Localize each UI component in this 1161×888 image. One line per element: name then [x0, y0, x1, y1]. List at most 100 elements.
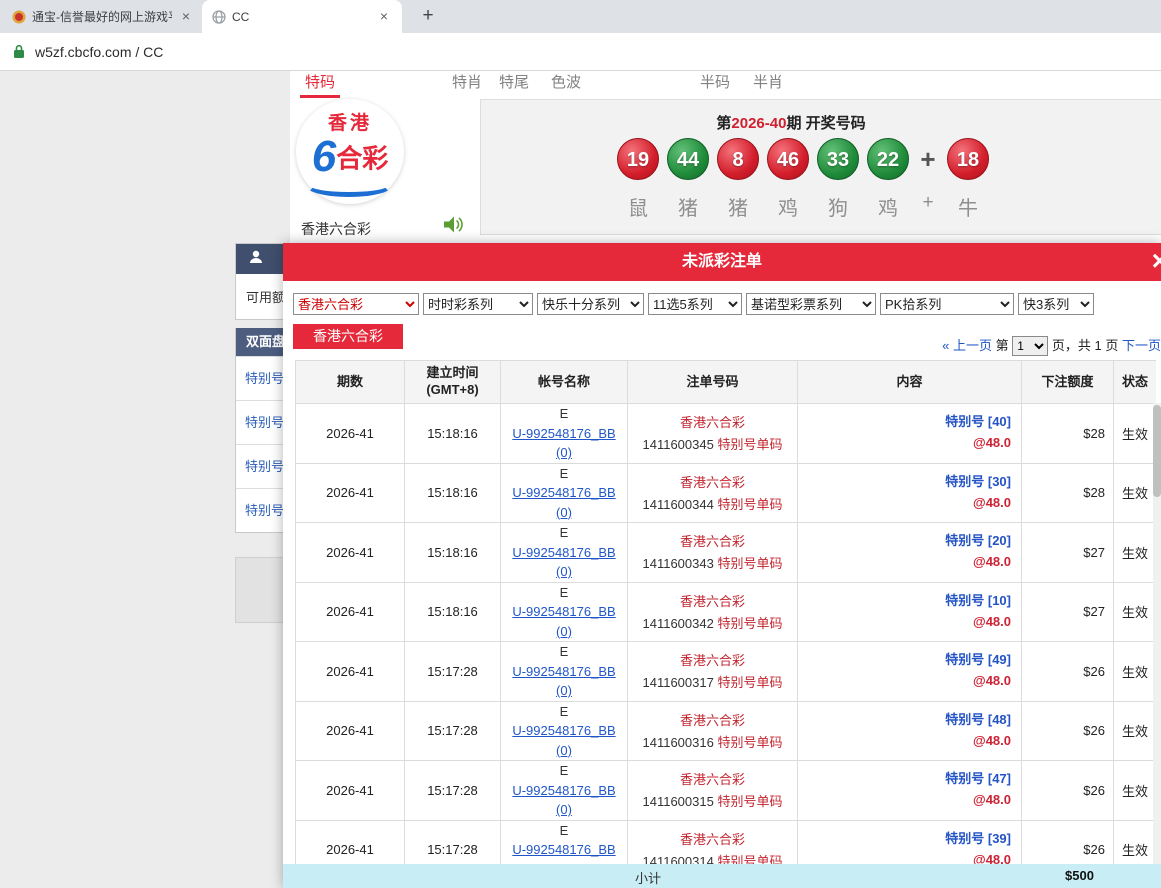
col-amount: 下注额度	[1022, 361, 1114, 404]
nav-tab-tewei[interactable]: 特尾	[494, 71, 534, 95]
account-link[interactable]: U-992548176_BB(0)	[512, 783, 615, 818]
account-prefix: E	[501, 523, 627, 543]
cell-bet-number: 香港六合彩 1411600342 特别号单码	[628, 582, 798, 642]
cell-content: 特别号 [49] @48.0	[798, 642, 1022, 702]
cell-content: 特别号 [10] @48.0	[798, 582, 1022, 642]
bet-game-name: 香港六合彩	[628, 770, 797, 791]
speaker-icon[interactable]	[443, 215, 464, 239]
account-link[interactable]: U-992548176_BB(0)	[512, 664, 615, 699]
filter-select-klsf[interactable]: 快乐十分系列	[537, 293, 644, 315]
bet-type: 特别号单码	[717, 437, 782, 452]
logo-swoosh	[305, 173, 393, 197]
account-link[interactable]: U-992548176_BB(0)	[512, 723, 615, 758]
nav-tab-texiao[interactable]: 特肖	[447, 71, 487, 95]
cell-content: 特别号 [20] @48.0	[798, 523, 1022, 583]
address-bar[interactable]: w5zf.cbcfo.com / CC	[0, 33, 1161, 71]
account-count: (0)	[556, 683, 572, 698]
bet-number-line: 1411600343 特别号单码	[628, 553, 797, 572]
bet-odds: @48.0	[798, 612, 1011, 633]
filter-select-keno[interactable]: 基诺型彩票系列	[746, 293, 876, 315]
cell-time: 15:17:28	[405, 820, 501, 864]
cell-time: 15:18:16	[405, 463, 501, 523]
next-page-link[interactable]: 下一页	[1122, 338, 1161, 353]
cell-bet-number: 香港六合彩 1411600343 特别号单码	[628, 523, 798, 583]
cell-time: 15:18:16	[405, 523, 501, 583]
bet-odds: @48.0	[798, 790, 1011, 811]
new-tab-button[interactable]: +	[416, 5, 440, 29]
cell-amount: $26	[1022, 701, 1114, 761]
bet-number: 1411600316	[643, 735, 714, 750]
nav-tab-temacode[interactable]: 特码	[300, 71, 340, 98]
cell-period: 2026-41	[296, 463, 405, 523]
account-prefix: E	[501, 583, 627, 603]
cell-content: 特别号 [47] @48.0	[798, 761, 1022, 821]
coin-favicon-icon	[12, 10, 26, 24]
game-tab-button[interactable]: 香港六合彩	[293, 324, 403, 349]
nav-tab-sebo[interactable]: 色波	[546, 71, 586, 95]
nav-tab-banxiao[interactable]: 半肖	[748, 71, 788, 95]
filter-select-mark-six[interactable]: 香港六合彩	[293, 293, 419, 315]
table-row: 2026-41 15:17:28 E U-992548176_BB(0) 香港六…	[296, 701, 1157, 761]
bet-selection: 特别号 [40]	[798, 412, 1011, 433]
nav-tab-banma[interactable]: 半码	[695, 71, 735, 95]
subtotal-bar: 小计 $500	[283, 864, 1161, 888]
bet-type: 特别号单码	[717, 616, 782, 631]
draw-period: 2026-40	[731, 115, 786, 132]
cell-bet-number: 香港六合彩 1411600316 特别号单码	[628, 701, 798, 761]
lock-icon[interactable]	[13, 44, 25, 59]
page-select[interactable]: 1	[1012, 336, 1048, 356]
cell-status: 生效	[1114, 701, 1157, 761]
bet-number: 1411600343	[643, 556, 714, 571]
scrollbar-track[interactable]	[1153, 403, 1161, 864]
cell-period: 2026-41	[296, 642, 405, 702]
user-icon	[248, 249, 264, 270]
globe-favicon-icon	[212, 10, 226, 24]
account-link[interactable]: U-992548176_BB(0)	[512, 545, 615, 580]
cell-account: E U-992548176_BB(0)	[501, 642, 628, 702]
prev-page-link[interactable]: « 上一页	[942, 338, 992, 353]
account-link[interactable]: U-992548176_BB(0)	[512, 604, 615, 639]
table-container: 期数 建立时间(GMT+8) 帐号名称 注单号码 内容 下注额度 状态 2026…	[295, 360, 1156, 864]
lottery-ball: 44	[667, 138, 709, 180]
tab-close-icon[interactable]: ×	[178, 9, 194, 25]
scrollbar-thumb[interactable]	[1153, 405, 1161, 497]
filter-select-ssc[interactable]: 时时彩系列	[423, 293, 533, 315]
lottery-ball: 33	[817, 138, 859, 180]
cell-account: E U-992548176_BB(0)	[501, 701, 628, 761]
account-prefix: E	[501, 642, 627, 662]
bet-number-line: 1411600345 特别号单码	[628, 434, 797, 453]
bet-selection: 特别号 [48]	[798, 710, 1011, 731]
table-row: 2026-41 15:18:16 E U-992548176_BB(0) 香港六…	[296, 404, 1157, 464]
bet-number: 1411600314	[643, 854, 714, 864]
cell-status: 生效	[1114, 404, 1157, 464]
account-count: (0)	[556, 505, 572, 520]
bet-type: 特别号单码	[717, 556, 782, 571]
table-row: 2026-41 15:17:28 E U-992548176_BB(0) 香港六…	[296, 761, 1157, 821]
account-link[interactable]: U-992548176_BB(0)	[512, 485, 615, 520]
col-content: 内容	[798, 361, 1022, 404]
table-header-row: 期数 建立时间(GMT+8) 帐号名称 注单号码 内容 下注额度 状态	[296, 361, 1157, 404]
bet-number: 1411600345	[643, 437, 714, 452]
account-link[interactable]: U-992548176_BB(0)	[512, 842, 615, 864]
account-link[interactable]: U-992548176_BB(0)	[512, 426, 615, 461]
cell-bet-number: 香港六合彩 1411600344 特别号单码	[628, 463, 798, 523]
bet-odds: @48.0	[798, 433, 1011, 454]
bet-number-line: 1411600314 特别号单码	[628, 851, 797, 864]
close-icon[interactable]: ×	[1152, 244, 1161, 278]
cell-period: 2026-41	[296, 701, 405, 761]
filter-select-11x5[interactable]: 11选5系列	[648, 293, 742, 315]
tab-close-icon[interactable]: ×	[376, 9, 392, 25]
filter-select-k3[interactable]: 快3系列	[1018, 293, 1094, 315]
col-account: 帐号名称	[501, 361, 628, 404]
bet-number-line: 1411600315 特别号单码	[628, 791, 797, 810]
table-row: 2026-41 15:18:16 E U-992548176_BB(0) 香港六…	[296, 463, 1157, 523]
bet-game-name: 香港六合彩	[628, 473, 797, 494]
browser-tab-1[interactable]: 通宝-信誉最好的网上游戏平 ×	[6, 0, 200, 33]
zodiac-row: 鼠猪猪鸡狗鸡+牛	[617, 192, 997, 221]
filter-select-pk10[interactable]: PK拾系列	[880, 293, 1014, 315]
cell-account: E U-992548176_BB(0)	[501, 463, 628, 523]
bet-number: 1411600317	[643, 675, 714, 690]
account-name: U-992548176_BB	[512, 783, 615, 798]
pagination: « 上一页 第 1 页，共 1 页 下一页	[942, 335, 1161, 356]
browser-tab-2[interactable]: CC ×	[202, 0, 402, 33]
